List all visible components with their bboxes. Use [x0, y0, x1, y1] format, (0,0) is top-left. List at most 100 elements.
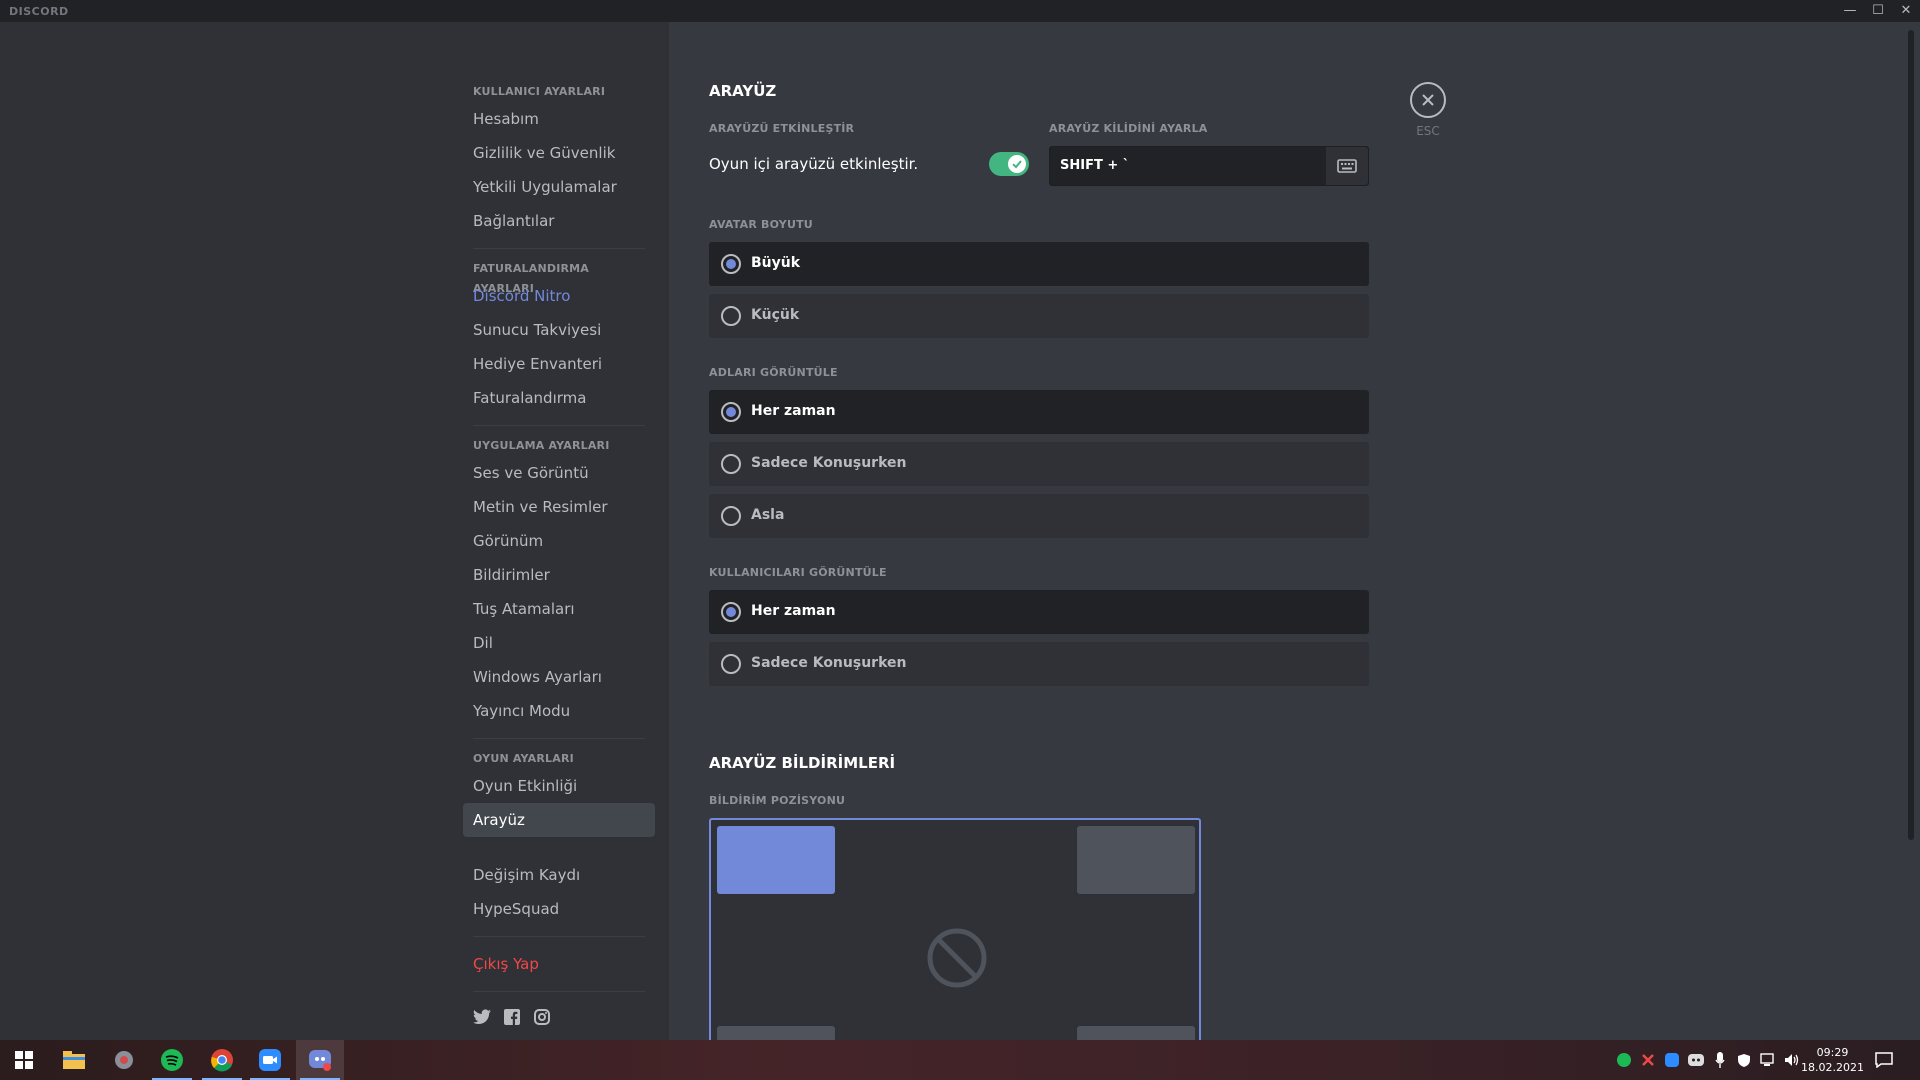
chrome-icon[interactable]	[198, 1040, 246, 1080]
zoom-icon[interactable]	[246, 1040, 294, 1080]
nav-item-privacy[interactable]: Gizlilik ve Güvenlik	[463, 136, 655, 170]
close-icon	[1422, 94, 1434, 106]
nav-item-language[interactable]: Dil	[463, 626, 655, 660]
nav-item-billing[interactable]: Faturalandırma	[463, 381, 655, 415]
zoom-tray-icon[interactable]	[1660, 1053, 1684, 1067]
radio-selected-icon	[721, 402, 741, 422]
radio-label: Her zaman	[751, 403, 836, 419]
nav-item-overlay[interactable]: Arayüz	[463, 803, 655, 837]
scrollbar[interactable]	[1908, 30, 1914, 840]
radio-label: Sadece Konuşurken	[751, 455, 907, 471]
game-app-icon[interactable]	[100, 1040, 148, 1080]
radio-unselected-icon	[721, 454, 741, 474]
spotify-icon[interactable]	[148, 1040, 196, 1080]
notification-position-picker	[709, 818, 1201, 1058]
display-names-option[interactable]: Asla	[709, 494, 1369, 538]
windows-start-icon[interactable]	[0, 1040, 48, 1080]
nav-item-gift-inventory[interactable]: Hediye Envanteri	[463, 347, 655, 381]
windows-taskbar: 09:29 18.02.2021	[0, 1040, 1920, 1080]
nav-divider	[473, 248, 645, 249]
settings-content: ARAYÜZ ARAYÜZÜ ETKİNLEŞTİR Oyun içi aray…	[669, 22, 1920, 1058]
radio-label: Asla	[751, 507, 785, 523]
avatar-size-option[interactable]: Küçük	[709, 294, 1369, 338]
position-top-right[interactable]	[1077, 826, 1195, 894]
radio-label: Her zaman	[751, 603, 836, 619]
keybind-value: SHIFT + `	[1060, 158, 1130, 173]
display-users-option[interactable]: Sadece Konuşurken	[709, 642, 1369, 686]
nav-item-changelog[interactable]: Değişim Kaydı	[463, 858, 655, 892]
display-names-option[interactable]: Sadece Konuşurken	[709, 442, 1369, 486]
discord-tray-icon[interactable]	[1684, 1054, 1708, 1066]
security-tray-icon[interactable]	[1732, 1053, 1756, 1067]
radio-selected-icon	[721, 254, 741, 274]
display-names-option[interactable]: Her zaman	[709, 390, 1369, 434]
display-names-header: ADLARI GÖRÜNTÜLE	[709, 366, 838, 379]
display-users-option[interactable]: Her zaman	[709, 590, 1369, 634]
nav-item-game-activity[interactable]: Oyun Etkinliği	[463, 769, 655, 803]
enable-overlay-toggle[interactable]	[989, 152, 1029, 176]
radio-unselected-icon	[721, 306, 741, 326]
radio-label: Büyük	[751, 255, 801, 271]
settings-sidebar: KULLANICI AYARLARI Hesabım Gizlilik ve G…	[0, 22, 669, 1040]
discord-taskbar-icon[interactable]	[296, 1040, 344, 1080]
action-center-icon[interactable]	[1860, 1040, 1908, 1080]
system-tray	[1612, 1040, 1804, 1080]
notifications-title: ARAYÜZ BİLDİRİMLERİ	[709, 754, 896, 772]
nav-item-connections[interactable]: Bağlantılar	[463, 204, 655, 238]
nav-item-keybinds[interactable]: Tuş Atamaları	[463, 592, 655, 626]
avatar-size-option[interactable]: Büyük	[709, 242, 1369, 286]
instagram-icon[interactable]	[533, 1008, 551, 1026]
notification-position-header: BİLDİRİM POZİSYONU	[709, 794, 846, 807]
esc-label: ESC	[1416, 124, 1440, 138]
app-tray-icon[interactable]	[1636, 1053, 1660, 1067]
nav-item-nitro[interactable]: Discord Nitro	[463, 279, 655, 313]
app-title: DISCORD	[9, 5, 69, 18]
radio-label: Sadece Konuşurken	[751, 655, 907, 671]
file-explorer-icon[interactable]	[50, 1040, 98, 1080]
position-top-left[interactable]	[717, 826, 835, 894]
nav-divider	[473, 425, 645, 426]
disable-notifications-icon[interactable]	[927, 928, 987, 988]
nav-item-streamer-mode[interactable]: Yayıncı Modu	[463, 694, 655, 728]
nav-header-user: KULLANICI AYARLARI	[473, 85, 606, 98]
overlay-lock-keybind[interactable]: SHIFT + `	[1049, 146, 1369, 186]
nav-item-hypesquad[interactable]: HypeSquad	[463, 892, 655, 926]
spotify-tray-icon[interactable]	[1612, 1053, 1636, 1067]
nav-header-billing: FATURALANDIRMA AYARLARI	[473, 262, 590, 295]
settings-nav: KULLANICI AYARLARI Hesabım Gizlilik ve G…	[463, 82, 655, 1032]
minimize-icon[interactable]: —	[1836, 2, 1864, 20]
clock-time: 09:29	[1816, 1046, 1849, 1059]
title-bar: DISCORD — ☐ ✕	[0, 0, 1920, 22]
social-links	[463, 1002, 655, 1032]
microphone-icon[interactable]	[1708, 1052, 1732, 1068]
window-close-icon[interactable]: ✕	[1892, 2, 1920, 20]
keyboard-icon[interactable]	[1326, 147, 1368, 185]
radio-label: Küçük	[751, 307, 800, 323]
display-users-header: KULLANICILARI GÖRÜNTÜLE	[709, 566, 887, 579]
close-settings-button[interactable]	[1410, 82, 1446, 118]
nav-item-notifications[interactable]: Bildirimler	[463, 558, 655, 592]
maximize-icon[interactable]: ☐	[1864, 2, 1892, 20]
nav-item-voice-video[interactable]: Ses ve Görüntü	[463, 456, 655, 490]
taskbar-clock[interactable]: 09:29 18.02.2021	[1801, 1045, 1864, 1075]
nav-divider	[473, 738, 645, 739]
network-icon[interactable]	[1756, 1053, 1780, 1067]
enable-overlay-label: Oyun içi arayüzü etkinleştir.	[709, 155, 919, 173]
radio-selected-icon	[721, 602, 741, 622]
page-title: ARAYÜZ	[709, 82, 777, 100]
logout-button[interactable]: Çıkış Yap	[463, 947, 655, 981]
avatar-size-header: AVATAR BOYUTU	[709, 218, 813, 231]
toggle-check-icon	[1008, 155, 1026, 173]
nav-item-text-images[interactable]: Metin ve Resimler	[463, 490, 655, 524]
clock-date: 18.02.2021	[1801, 1061, 1864, 1074]
nav-divider	[473, 991, 645, 992]
nav-item-authorized-apps[interactable]: Yetkili Uygulamalar	[463, 170, 655, 204]
radio-unselected-icon	[721, 654, 741, 674]
nav-item-appearance[interactable]: Görünüm	[463, 524, 655, 558]
nav-item-account[interactable]: Hesabım	[463, 102, 655, 136]
nav-item-server-boost[interactable]: Sunucu Takviyesi	[463, 313, 655, 347]
facebook-icon[interactable]	[503, 1008, 521, 1026]
nav-item-windows-settings[interactable]: Windows Ayarları	[463, 660, 655, 694]
twitter-icon[interactable]	[473, 1008, 491, 1026]
